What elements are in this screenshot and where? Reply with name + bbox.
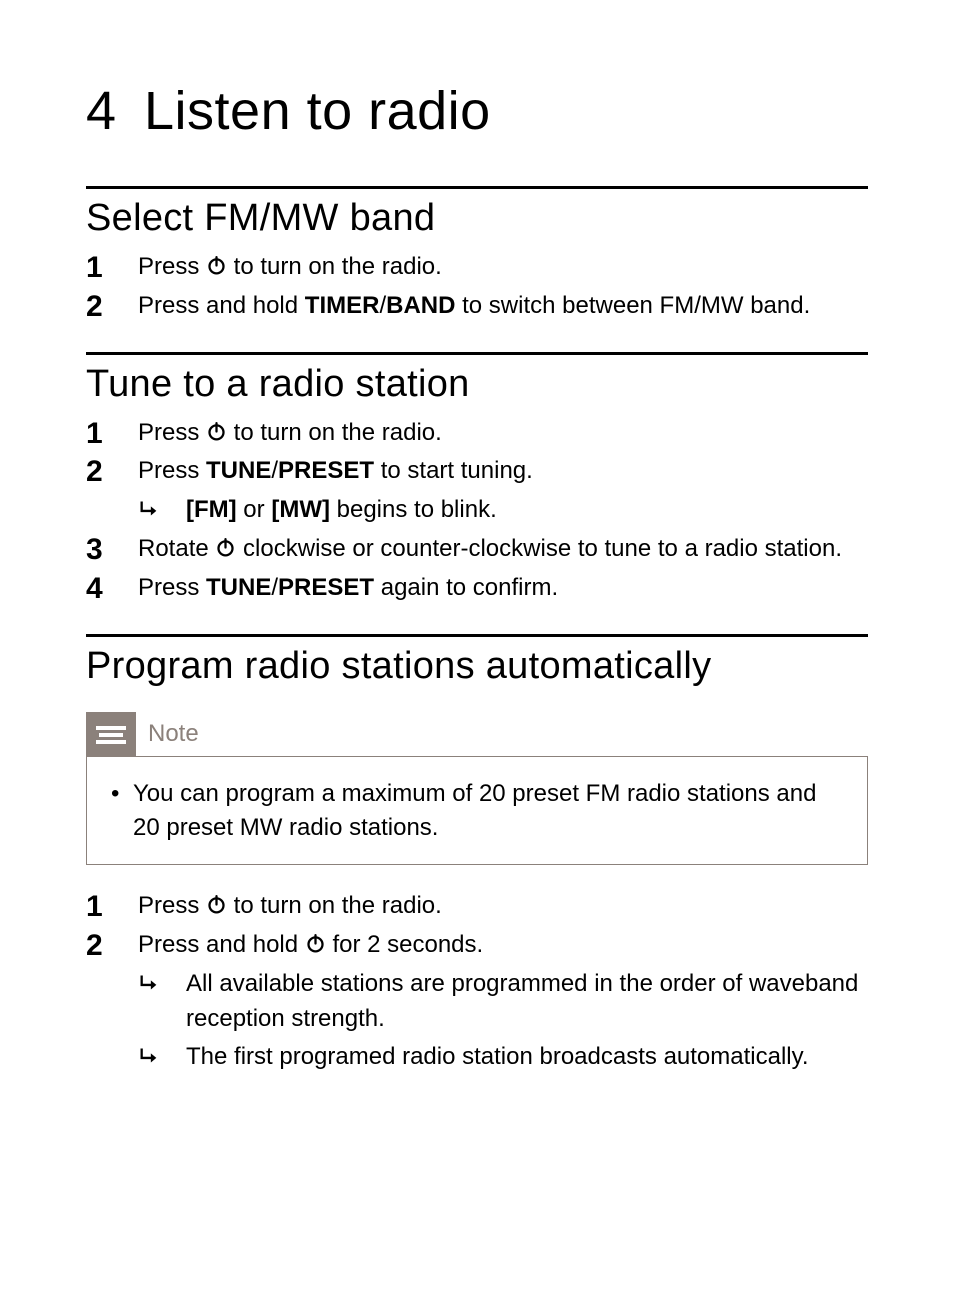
step-item: Press and hold TIMER/BAND to switch betw… xyxy=(86,289,868,324)
divider xyxy=(86,352,868,355)
power-icon xyxy=(206,419,227,446)
note-header: Note xyxy=(86,712,868,756)
section-title: Select FM/MW band xyxy=(86,197,868,240)
step-result: The first programed radio station broadc… xyxy=(138,1040,868,1075)
step-text: Press and hold xyxy=(138,931,305,958)
power-icon xyxy=(206,892,227,919)
step-list: Press to turn on the radio. Press and ho… xyxy=(86,250,868,324)
chapter-number: 4 xyxy=(86,80,144,142)
step-item: Rotate clockwise or counter-clockwise to… xyxy=(86,532,868,567)
step-item: Press to turn on the radio. xyxy=(86,416,868,451)
step-text: clockwise or counter-clockwise to tune t… xyxy=(236,535,842,562)
step-list: Press to turn on the radio. Press TUNE/P… xyxy=(86,416,868,606)
button-label: BAND xyxy=(386,292,455,319)
step-text: Press xyxy=(138,419,206,446)
result-arrow-icon xyxy=(138,971,160,1006)
divider xyxy=(86,186,868,189)
step-text: Press xyxy=(138,892,206,919)
button-label: TUNE xyxy=(206,574,271,601)
note-label: Note xyxy=(148,720,199,748)
step-text: to switch between FM/MW band. xyxy=(455,292,810,319)
step-text: or xyxy=(237,496,272,523)
step-item: Press TUNE/PRESET again to confirm. xyxy=(86,571,868,606)
step-text: Press and hold xyxy=(138,292,305,319)
note-body: You can program a maximum of 20 preset F… xyxy=(86,756,868,866)
step-text: Press xyxy=(138,574,206,601)
step-item: Press to turn on the radio. xyxy=(86,889,868,924)
step-text: to turn on the radio. xyxy=(227,892,442,919)
step-text: to turn on the radio. xyxy=(227,253,442,280)
display-label: [FM] xyxy=(186,496,237,523)
result-arrow-icon xyxy=(138,1044,160,1079)
note-icon xyxy=(86,712,136,756)
button-label: PRESET xyxy=(278,457,374,484)
step-text: Press xyxy=(138,253,206,280)
chapter-header: 4 Listen to radio xyxy=(86,80,868,142)
step-text: to start tuning. xyxy=(374,457,533,484)
button-label: PRESET xyxy=(278,574,374,601)
step-text: The first programed radio station broadc… xyxy=(186,1043,809,1070)
step-item: Press TUNE/PRESET to start tuning. [FM] … xyxy=(86,454,868,528)
display-label: [MW] xyxy=(271,496,330,523)
note-box: Note You can program a maximum of 20 pre… xyxy=(86,712,868,866)
power-icon xyxy=(215,535,236,562)
section-title: Tune to a radio station xyxy=(86,363,868,406)
button-label: TUNE xyxy=(206,457,271,484)
step-text: All available stations are programmed in… xyxy=(186,970,858,1032)
step-text: for 2 seconds. xyxy=(326,931,483,958)
chapter-title: Listen to radio xyxy=(144,80,491,142)
step-item: Press and hold for 2 seconds. All availa… xyxy=(86,928,868,1075)
step-text: Rotate xyxy=(138,535,215,562)
step-list: Press to turn on the radio. Press and ho… xyxy=(86,889,868,1075)
section-title: Program radio stations automatically xyxy=(86,645,868,688)
manual-page: 4 Listen to radio Select FM/MW band Pres… xyxy=(0,0,954,1075)
step-text: Press xyxy=(138,457,206,484)
button-label: TIMER xyxy=(305,292,380,319)
divider xyxy=(86,634,868,637)
power-icon xyxy=(206,253,227,280)
note-item: You can program a maximum of 20 preset F… xyxy=(109,777,845,847)
step-text: begins to blink. xyxy=(330,496,497,523)
result-arrow-icon xyxy=(138,497,160,532)
step-result: [FM] or [MW] begins to blink. xyxy=(138,493,868,528)
step-item: Press to turn on the radio. xyxy=(86,250,868,285)
power-icon xyxy=(305,931,326,958)
step-text: again to confirm. xyxy=(374,574,558,601)
step-result: All available stations are programmed in… xyxy=(138,967,868,1037)
step-text: to turn on the radio. xyxy=(227,419,442,446)
